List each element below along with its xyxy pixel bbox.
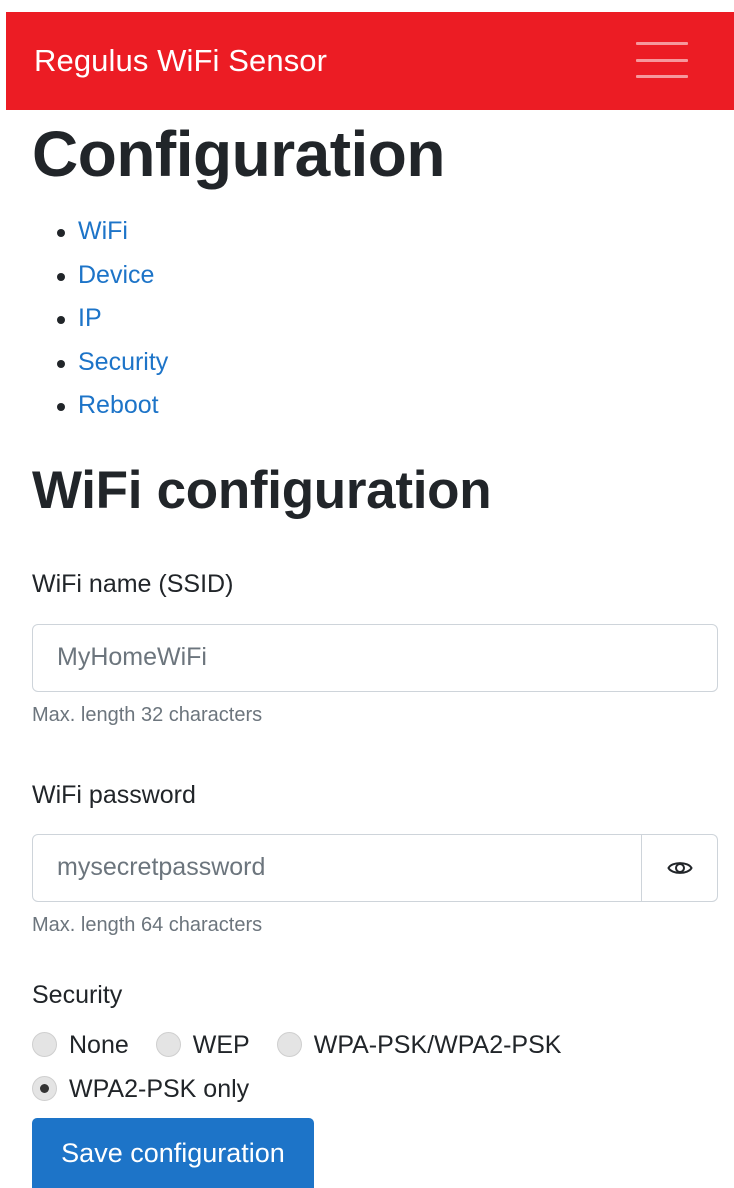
navbar: Regulus WiFi Sensor xyxy=(6,12,734,110)
menu-bar-top xyxy=(636,42,688,45)
security-option-wpa-wpa2[interactable]: WPA-PSK/WPA2-PSK xyxy=(276,1023,562,1067)
menu-bar-middle xyxy=(636,58,688,62)
radio-label: WPA-PSK/WPA2-PSK xyxy=(313,1030,562,1059)
radio-label: None xyxy=(69,1030,129,1059)
page-title: Configuration xyxy=(32,118,445,190)
security-option-none[interactable]: None xyxy=(32,1023,129,1067)
toc-item-security: Security xyxy=(57,341,718,385)
ssid-help-text: Max. length 32 characters xyxy=(32,703,263,726)
password-label: WiFi password xyxy=(32,780,196,809)
toc-link-reboot[interactable]: Reboot xyxy=(78,391,159,419)
radio-circle[interactable] xyxy=(276,1032,302,1057)
security-option-wpa2-only[interactable]: WPA2-PSK only xyxy=(32,1067,249,1111)
security-option-wep[interactable]: WEP xyxy=(155,1023,250,1067)
security-radio-group: None WEP WPA-PSK/WPA2-PSK WPA2-PSK only xyxy=(32,1023,652,1111)
radio-circle[interactable] xyxy=(32,1032,57,1057)
radio-circle-checked[interactable] xyxy=(32,1076,57,1101)
password-input-group xyxy=(32,833,718,902)
toc-item-wifi: WiFi xyxy=(57,210,718,254)
ssid-input[interactable] xyxy=(32,623,718,692)
toc-link-device[interactable]: Device xyxy=(78,261,154,289)
password-help-text: Max. length 64 characters xyxy=(32,913,263,936)
toc-item-device: Device xyxy=(57,254,718,298)
radio-label: WEP xyxy=(192,1030,250,1059)
save-configuration-button[interactable]: Save configuration xyxy=(32,1118,314,1188)
ssid-label: WiFi name (SSID) xyxy=(32,569,234,598)
toc-item-ip: IP xyxy=(57,297,718,341)
password-input[interactable] xyxy=(32,833,642,902)
wifi-section-heading: WiFi configuration xyxy=(32,460,492,520)
eye-icon xyxy=(666,861,693,874)
section-nav: WiFi Device IP Security Reboot xyxy=(32,210,718,428)
security-label: Security xyxy=(32,980,123,1009)
toc-link-wifi[interactable]: WiFi xyxy=(78,217,128,245)
hamburger-menu-icon[interactable] xyxy=(636,40,688,80)
toc-item-reboot: Reboot xyxy=(57,384,718,428)
menu-bar-bottom xyxy=(636,75,688,78)
radio-circle[interactable] xyxy=(155,1032,181,1057)
main-content: Configuration WiFi Device IP Security Re… xyxy=(32,110,718,1111)
radio-label: WPA2-PSK only xyxy=(69,1074,250,1103)
navbar-brand[interactable]: Regulus WiFi Sensor xyxy=(34,42,327,80)
toc-link-security[interactable]: Security xyxy=(78,348,168,376)
show-password-button[interactable] xyxy=(642,833,718,902)
toc-link-ip[interactable]: IP xyxy=(78,304,102,332)
